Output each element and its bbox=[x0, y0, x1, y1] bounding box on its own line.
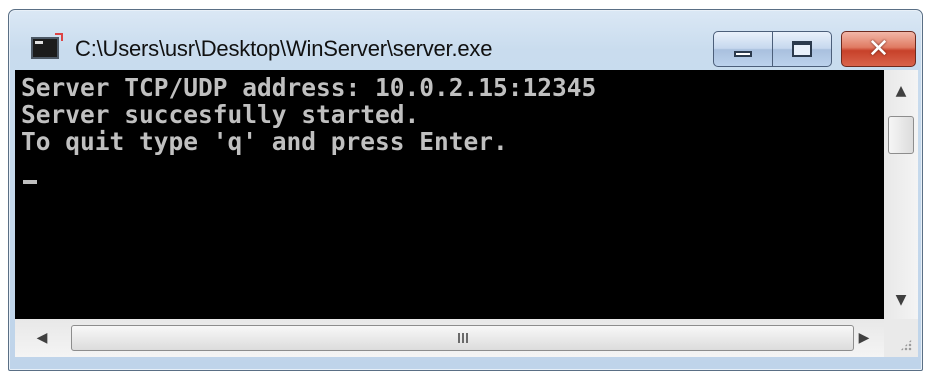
minimize-button[interactable] bbox=[713, 31, 773, 67]
vertical-scroll-thumb[interactable] bbox=[888, 116, 914, 154]
scroll-up-button[interactable]: ▲ bbox=[884, 74, 918, 108]
horizontal-scrollbar[interactable]: ◀ ▶ bbox=[15, 319, 884, 357]
arrow-right-icon: ▶ bbox=[858, 330, 870, 346]
scroll-left-button[interactable]: ◀ bbox=[23, 319, 61, 357]
console-line: Server TCP/UDP address: 10.0.2.15:12345 bbox=[21, 73, 597, 102]
console-line: To quit type 'q' and press Enter. bbox=[21, 127, 508, 156]
close-icon: ✕ bbox=[867, 34, 890, 64]
maximize-icon bbox=[792, 41, 812, 57]
scroll-right-button[interactable]: ▶ bbox=[845, 319, 883, 357]
maximize-button[interactable] bbox=[772, 31, 832, 67]
console-text: Server TCP/UDP address: 10.0.2.15:12345 S… bbox=[21, 74, 596, 155]
arrow-down-icon: ▼ bbox=[895, 292, 907, 308]
close-button[interactable]: ✕ bbox=[841, 31, 916, 67]
vertical-scrollbar[interactable]: ▲ ▼ bbox=[884, 70, 918, 319]
console-app-icon[interactable] bbox=[31, 33, 63, 59]
console-line: Server succesfully started. bbox=[21, 100, 420, 129]
resize-grip[interactable] bbox=[884, 319, 918, 357]
text-cursor bbox=[23, 180, 37, 184]
arrow-up-icon: ▲ bbox=[895, 83, 907, 99]
scroll-down-button[interactable]: ▼ bbox=[884, 283, 918, 317]
minimize-icon bbox=[734, 51, 752, 57]
window-title: C:\Users\usr\Desktop\WinServer\server.ex… bbox=[75, 36, 493, 61]
console-output-area[interactable]: Server TCP/UDP address: 10.0.2.15:12345 S… bbox=[15, 70, 884, 319]
title-bar[interactable]: C:\Users\usr\Desktop\WinServer\server.ex… bbox=[9, 10, 922, 72]
arrow-left-icon: ◀ bbox=[36, 330, 48, 346]
grip-icon bbox=[457, 333, 468, 343]
horizontal-scroll-thumb[interactable] bbox=[71, 325, 854, 351]
